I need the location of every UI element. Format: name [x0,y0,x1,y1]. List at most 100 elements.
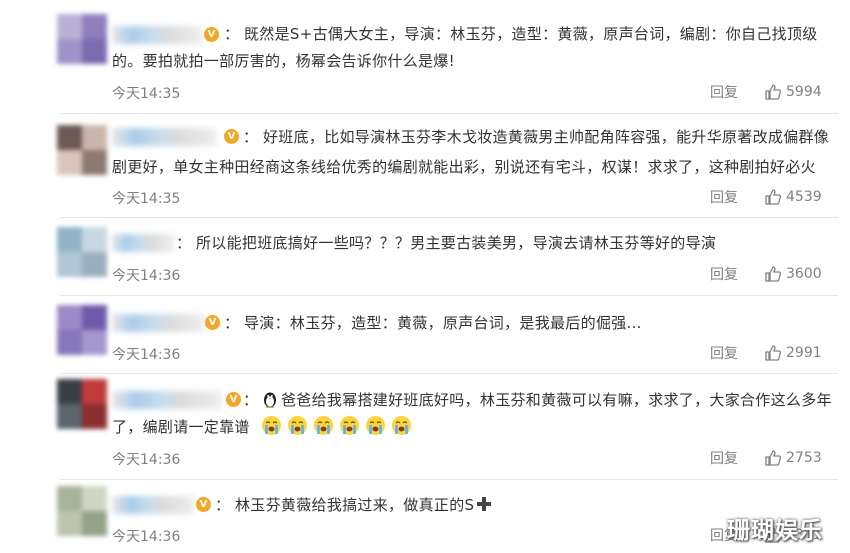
timestamp: 今天14:36 [112,452,181,468]
verified-badge-icon: V [204,27,219,42]
verified-badge-icon: V [226,392,241,407]
avatar-tile [57,330,82,355]
username-link[interactable] [112,391,222,409]
reply-button[interactable]: 回复 [710,448,738,468]
timestamp: 今天14:36 [112,347,181,363]
username-link[interactable] [112,314,204,332]
avatar-tile [57,14,82,39]
comment-text: 爸爸给我幂搭建好班底好吗，林玉芬和黄薇可以有嘛，求求了，大家合作这么多年 [281,391,832,409]
crying-emoji-icon [261,416,281,435]
like-count: 4539 [786,189,822,205]
timestamp: 今天14:35 [112,191,181,207]
avatar-tile [57,252,82,277]
colon: ： [243,391,259,409]
penguin-emoji-icon [264,392,276,408]
avatar-tile [57,39,82,64]
avatar[interactable] [57,14,107,64]
avatar-tile [82,252,107,277]
avatar-tile [57,486,82,511]
like-button[interactable]: 3600 [764,265,822,283]
verified-badge-icon: V [196,497,211,512]
avatar-tile [57,404,82,429]
like-button[interactable]: 2991 [764,344,822,362]
verified-badge-icon: V [224,129,239,144]
comment-text-line-1: 林玉芬黄薇给我搞过来，做真正的S [235,491,492,519]
avatar-tile [82,511,107,536]
crying-emoji-icon [313,416,333,435]
comment-item: V ： 林玉芬黄薇给我搞过来，做真正的S 今天14:36 回复 2311 [0,479,850,553]
plus-emoji-icon [477,497,492,511]
avatar-tile [82,39,107,64]
like-count: 2991 [786,345,822,361]
watermark-text: 珊瑚娱乐 [727,518,823,544]
avatar-tile [82,227,107,252]
username-link[interactable] [112,128,217,146]
timestamp: 今天14:36 [112,529,181,545]
avatar-tile [82,150,107,175]
avatar-tile [82,486,107,511]
crying-emoji-icon [365,416,385,435]
avatar-tile [57,305,82,330]
comment-text-line-1: 爸爸给我幂搭建好班底好吗，林玉芬和黄薇可以有嘛，求求了，大家合作这么多年 [262,386,832,414]
comment-text-line-1: 好班底，比如导演林玉芬李木戈妆造黄薇男主帅配角阵容强，能升华原著改成偏群像 [263,128,830,146]
avatar-tile [82,125,107,150]
avatar-tile [82,404,107,429]
comment-item: V ： 爸爸给我幂搭建好班底好吗，林玉芬和黄薇可以有嘛，求求了，大家合作这么多年… [0,373,850,481]
comment-item: V ： 既然是S+古偶大女主，导演：林玉芬，造型：黄薇，原声台词，编剧：你自己找… [0,0,850,110]
reply-button[interactable]: 回复 [710,187,738,207]
like-count: 5994 [786,84,822,100]
thumbs-up-icon [765,450,782,466]
avatar-tile [57,150,82,175]
avatar-tile [57,511,82,536]
comment-item: ： 所以能把班底搞好一些吗？？？男主要古装美男，导演去请林玉芬等好的导演 今天1… [0,217,850,295]
thumbs-up-icon [765,84,782,100]
avatar-tile [57,125,82,150]
comment-text-line-2: 的。要拍就拍一部厉害的，杨幂会告诉你什么是爆! [112,52,455,70]
like-button[interactable]: 2753 [764,449,822,467]
avatar[interactable] [57,227,107,277]
colon: ： [224,25,240,43]
crying-emoji-icon [339,416,359,435]
comment-text-line-1: 导演：林玉芬，造型：黄薇，原声台词，是我最后的倔强... [244,314,642,332]
colon: ： [215,496,231,514]
username-link[interactable] [112,496,194,514]
avatar[interactable] [57,379,107,429]
colon: ： [243,128,259,146]
avatar[interactable] [57,305,107,355]
comment-text-line-2: 了，编剧请一定靠谱 [112,413,417,441]
crying-emoji-icon [287,416,307,435]
comment-text-line-2: 剧更好，单女主种田经商这条线给优秀的编剧就能出彩，别说还有宅斗，权谋！求求了，这… [112,158,816,176]
comment-text: 了，编剧请一定靠谱 [112,418,250,436]
thumbs-up-icon [765,189,782,205]
reply-button[interactable]: 回复 [710,343,738,363]
avatar-tile [57,227,82,252]
username-link[interactable] [112,26,202,44]
reply-button[interactable]: 回复 [710,82,738,102]
avatar[interactable] [57,125,107,175]
timestamp: 今天14:35 [112,86,181,102]
colon: ： [224,314,240,332]
colon: ： [176,234,192,252]
crying-emoji-icon [391,416,411,435]
like-count: 2753 [786,450,822,466]
reply-button[interactable]: 回复 [710,264,738,284]
verified-badge-icon: V [205,315,220,330]
comment-text: 林玉芬黄薇给我搞过来，做真正的S [235,496,475,514]
avatar-tile [82,14,107,39]
comment-item: V ： 好班底，比如导演林玉芬李木戈妆造黄薇男主帅配角阵容强，能升华原著改成偏群… [0,113,850,225]
avatar-tile [57,379,82,404]
timestamp: 今天14:36 [112,268,181,284]
like-count: 3600 [786,266,822,282]
username-link[interactable] [112,234,174,252]
like-button[interactable]: 4539 [764,188,822,206]
avatar-tile [82,305,107,330]
avatar[interactable] [57,486,107,536]
emoji-row [261,416,417,436]
like-button[interactable]: 5994 [764,83,822,101]
comment-text-line-1: 所以能把班底搞好一些吗？？？男主要古装美男，导演去请林玉芬等好的导演 [196,234,717,252]
thumbs-up-icon [765,345,782,361]
comment-text-line-1: 既然是S+古偶大女主，导演：林玉芬，造型：黄薇，原声台词，编剧：你自己找顶级 [244,25,818,43]
avatar-tile [82,330,107,355]
thumbs-up-icon [765,266,782,282]
comment-item: V ： 导演：林玉芬，造型：黄薇，原声台词，是我最后的倔强... 今天14:36… [0,295,850,373]
